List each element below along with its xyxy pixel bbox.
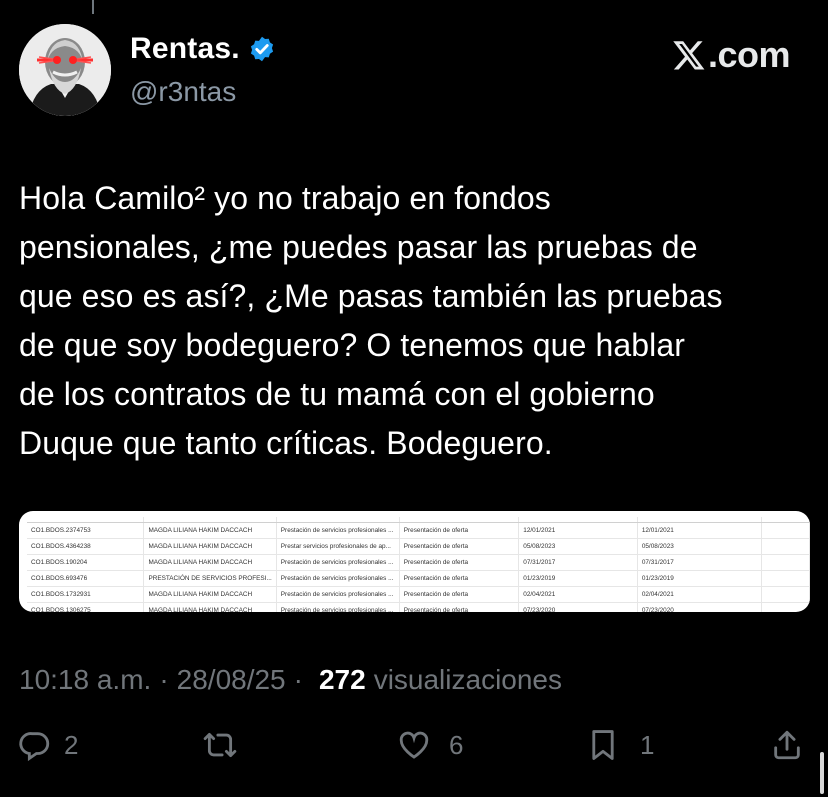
author-name-row: Rentas.: [130, 32, 276, 66]
table-cell: MAGDA LILIANA HAKIM DACCACH: [143, 554, 277, 571]
brand-domain-text: .com: [707, 34, 791, 75]
table-cell: 12/01/2021: [518, 522, 638, 539]
tweet-body-text: Hola Camilo² yo no trabajo en fondos pen…: [19, 180, 723, 461]
like-button[interactable]: 6: [397, 728, 463, 762]
tweet-meta: 10:18 a.m. · 28/08/25 · 272 visualizacio…: [19, 664, 562, 696]
meta-separator: ·: [293, 664, 303, 695]
table-cell: CO1.BDOS.693476: [27, 570, 145, 587]
thread-connector-line: [92, 0, 94, 14]
table-cell: 01/23/2019: [518, 570, 638, 587]
table-cell: [761, 538, 810, 555]
table-cell: Presentación de oferta: [399, 602, 520, 612]
table-cell: Prestar servicios profesionales de ap...: [276, 538, 400, 555]
table-cell: Prestación de servicios profesionales ..…: [276, 602, 400, 612]
table-cell: Presentación de oferta: [399, 586, 520, 603]
meta-separator: ·: [159, 664, 169, 695]
reply-button[interactable]: 2: [18, 728, 78, 762]
table-cell: [761, 586, 810, 603]
table-row: CO1.BDOS.190204 MAGDA LILIANA HAKIM DACCA…: [27, 554, 810, 571]
action-bar: 2 6 1: [0, 728, 828, 778]
bookmark-icon: [592, 730, 614, 760]
bookmark-button[interactable]: 1: [586, 728, 654, 762]
brand-watermark: .com: [672, 34, 791, 76]
table-cell: 07/23/2020: [518, 602, 638, 612]
share-icon: [774, 730, 800, 760]
contracts-table: CO1.BDOS.2374753 MAGDA LILIANA HAKIM DACC…: [27, 517, 810, 612]
reply-count: 2: [64, 729, 79, 760]
tweet-date[interactable]: 28/08/25: [177, 664, 286, 696]
table-cell: [761, 554, 810, 571]
table-cell: [761, 602, 810, 612]
reply-icon: [19, 732, 50, 762]
table-cell: CO1.BDOS.2374753: [27, 522, 145, 539]
avatar-portrait-image: [19, 24, 111, 116]
share-button[interactable]: [770, 728, 804, 762]
table-cell: 07/23/2020: [637, 602, 763, 612]
table-cell: CO1.BDOS.1306275: [27, 602, 145, 612]
table-cell: Prestación de servicios profesionales ..…: [276, 554, 400, 571]
heart-icon: [399, 731, 429, 759]
attached-image-card[interactable]: CO1.BDOS.2374753 MAGDA LILIANA HAKIM DACC…: [19, 511, 810, 612]
table-cell: Prestación de servicios profesionales ..…: [276, 522, 400, 539]
table-cell: PRESTACIÓN DE SERVICIOS PROFESI...: [143, 570, 277, 587]
table-cell: [761, 570, 810, 587]
table-row: CO1.BDOS.4364238 MAGDA LILIANA HAKIM DACC…: [27, 538, 810, 555]
table-cell: 07/31/2017: [518, 554, 638, 571]
table-cell: 02/04/2021: [637, 586, 763, 603]
author-display-name[interactable]: Rentas.: [130, 32, 240, 66]
table-cell: 05/08/2023: [637, 538, 763, 555]
table-cell: 02/04/2021: [518, 586, 638, 603]
table-cell: MAGDA LILIANA HAKIM DACCACH: [143, 586, 277, 603]
views-label: visualizaciones: [373, 664, 563, 695]
table-cell: MAGDA LILIANA HAKIM DACCACH: [143, 538, 277, 555]
table-cell: 12/01/2021: [637, 522, 763, 539]
table-cell: MAGDA LILIANA HAKIM DACCACH: [143, 602, 277, 612]
verified-badge-icon[interactable]: [248, 35, 276, 63]
bookmark-count: 1: [640, 729, 655, 760]
table-cell: CO1.BDOS.190204: [27, 554, 145, 571]
table-cell: Presentación de oferta: [399, 538, 520, 555]
table-cell: CO1.BDOS.4364238: [27, 538, 145, 555]
retweet-button[interactable]: [203, 728, 249, 762]
like-count: 6: [449, 729, 464, 760]
x-logo-icon: [672, 38, 706, 72]
author-handle[interactable]: @r3ntas: [130, 76, 236, 108]
table-cell: Prestación de servicios profesionales ..…: [276, 586, 400, 603]
table-row: CO1.BDOS.1732931 MAGDA LILIANA HAKIM DACC…: [27, 586, 810, 603]
table-cell: CO1.BDOS.1732931: [27, 586, 145, 603]
table-cell: 07/31/2017: [637, 554, 763, 571]
table-cell: MAGDA LILIANA HAKIM DACCACH: [143, 522, 277, 539]
table-row: CO1.BDOS.2374753 MAGDA LILIANA HAKIM DACC…: [27, 522, 810, 539]
scrollbar[interactable]: [820, 752, 824, 794]
table-cell: Presentación de oferta: [399, 554, 520, 571]
table-cell: 05/08/2023: [518, 538, 638, 555]
table-cell: Prestación de servicios profesionales ..…: [276, 570, 400, 587]
retweet-icon: [203, 732, 237, 758]
avatar[interactable]: [19, 24, 111, 116]
table-row: CO1.BDOS.1306275 MAGDA LILIANA HAKIM DACC…: [27, 602, 810, 612]
table-row: CO1.BDOS.693476 PRESTACIÓN DE SERVICIOS P…: [27, 570, 810, 587]
views-count: 272: [318, 664, 366, 695]
table-cell: 01/23/2019: [637, 570, 763, 587]
tweet-time[interactable]: 10:18 a.m.: [19, 664, 151, 696]
table-cell: Presentación de oferta: [399, 570, 520, 587]
table-cell: Presentación de oferta: [399, 522, 520, 539]
table-cell: [761, 522, 810, 539]
